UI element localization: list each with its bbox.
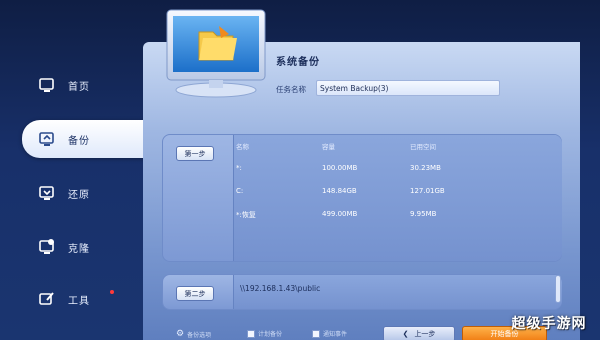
destination-path[interactable]: \\192.168.1.43\public xyxy=(240,284,320,293)
partition-name[interactable]: *:恢复 xyxy=(236,210,256,220)
partition-used: 127.01GB xyxy=(410,187,445,195)
option-label: 通知事件 xyxy=(323,331,348,338)
sidebar-item-tools[interactable]: 工具 xyxy=(22,280,142,318)
backup-icon xyxy=(38,130,56,148)
monitor-folder-icon xyxy=(163,8,271,100)
task-name-input[interactable]: System Backup(3) xyxy=(316,80,500,96)
watermark: 超级手游网 xyxy=(511,316,587,332)
previous-button[interactable]: ❮ 上一步 xyxy=(383,326,455,340)
sidebar-item-home[interactable]: 首页 xyxy=(22,66,142,104)
sidebar-item-restore[interactable]: 还原 xyxy=(22,174,142,212)
sidebar-item-label: 备份 xyxy=(68,135,90,147)
task-name-label: 任务名称 xyxy=(276,85,306,94)
home-icon xyxy=(38,76,56,94)
partition-capacity: 499.00MB xyxy=(322,210,358,218)
app-window: 首页 备份 还原 克隆 工具 系统备份 任务名称 System Backup(3… xyxy=(0,0,600,340)
schedule-backup-checkbox[interactable]: 计划备份 xyxy=(247,329,282,338)
clone-icon xyxy=(38,238,56,256)
step1-button[interactable]: 第一步 xyxy=(176,146,214,161)
partition-capacity: 100.00MB xyxy=(322,164,358,172)
column-header-used: 已用空间 xyxy=(410,143,436,151)
step2-box xyxy=(162,274,562,310)
restore-icon xyxy=(38,184,56,202)
notify-event-checkbox[interactable]: 通知事件 xyxy=(312,329,347,338)
checkbox-icon xyxy=(312,329,320,338)
partition-used: 30.23MB xyxy=(410,164,441,172)
partition-capacity: 148.84GB xyxy=(322,187,357,195)
notification-dot xyxy=(110,290,114,294)
column-header-capacity: 容量 xyxy=(322,143,335,151)
step2-button[interactable]: 第二步 xyxy=(176,286,214,301)
chevron-left-icon: ❮ xyxy=(402,330,409,338)
sidebar-item-backup[interactable]: 备份 xyxy=(22,120,152,158)
previous-label: 上一步 xyxy=(414,330,436,338)
partition-used: 9.95MB xyxy=(410,210,437,218)
sidebar-item-clone[interactable]: 克隆 xyxy=(22,228,142,266)
sidebar-item-label: 克隆 xyxy=(68,243,90,255)
page-title: 系统备份 xyxy=(276,57,320,68)
sidebar-item-label: 首页 xyxy=(68,81,90,93)
backup-options-link[interactable]: ⚙ 备份选项 xyxy=(176,329,211,339)
checkbox-icon xyxy=(247,329,255,338)
option-label: 备份选项 xyxy=(187,331,212,339)
partition-name[interactable]: C: xyxy=(236,187,243,195)
step1-box xyxy=(162,134,562,262)
tools-icon xyxy=(38,290,56,308)
partition-list[interactable] xyxy=(233,135,562,261)
sidebar-item-label: 还原 xyxy=(68,189,90,201)
sidebar-item-label: 工具 xyxy=(68,295,90,307)
partition-name[interactable]: *: xyxy=(236,164,242,172)
scrollbar[interactable] xyxy=(555,275,561,303)
column-header-name: 名称 xyxy=(236,143,249,151)
option-label: 计划备份 xyxy=(258,331,283,338)
gear-icon: ⚙ xyxy=(176,329,185,339)
